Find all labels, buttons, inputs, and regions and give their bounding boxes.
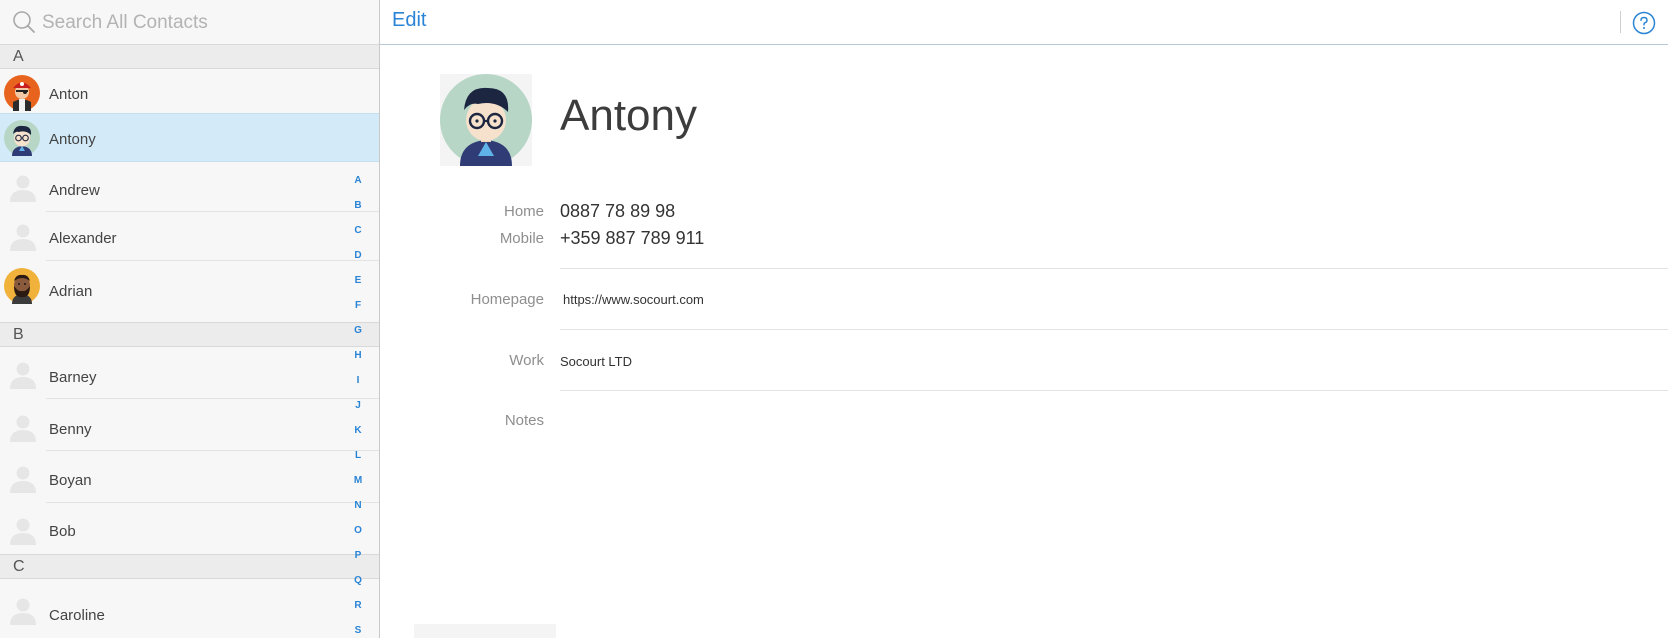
field-value-work: Socourt LTD: [560, 354, 633, 369]
contact-row-caroline[interactable]: Caroline: [0, 579, 379, 638]
footer-tab: [414, 624, 556, 638]
contact-name: Antony: [49, 131, 96, 148]
contact-detail-pane: Edit Antony Home 0887 78 89 98 Mobile +3…: [380, 0, 1668, 638]
index-letter-f[interactable]: F: [347, 299, 369, 313]
index-letter-e[interactable]: E: [347, 274, 369, 288]
index-letter-c[interactable]: C: [347, 224, 369, 238]
index-letter-d[interactable]: D: [347, 249, 369, 263]
contact-row-andrew[interactable]: Andrew: [0, 162, 379, 212]
search-bar: [0, 0, 379, 45]
field-label-work: Work: [509, 352, 544, 369]
index-letter-j[interactable]: J: [347, 399, 369, 413]
contact-row-bob[interactable]: Bob: [0, 503, 379, 554]
index-letter-a[interactable]: A: [347, 174, 369, 188]
placeholder-avatar-icon: [10, 415, 36, 442]
detail-toolbar: Edit: [380, 0, 1668, 45]
glasses-boy-avatar: [4, 120, 40, 156]
contacts-app: A Anton: [0, 0, 1668, 638]
field-divider: [560, 268, 1668, 269]
contact-name: Bob: [49, 523, 76, 540]
question-circle-icon[interactable]: [1632, 11, 1656, 35]
section-header-b: B: [0, 322, 379, 347]
contact-row-boyan[interactable]: Boyan: [0, 451, 379, 503]
placeholder-avatar-icon: [10, 224, 36, 251]
search-icon: [13, 11, 35, 33]
contact-name: Barney: [49, 369, 97, 386]
contact-row-alexander[interactable]: Alexander: [0, 212, 379, 261]
index-letter-q[interactable]: Q: [347, 574, 369, 588]
section-header-c: C: [0, 554, 379, 579]
index-letter-r[interactable]: R: [347, 599, 369, 613]
contact-row-anton[interactable]: Anton: [0, 69, 379, 117]
index-letter-n[interactable]: N: [347, 499, 369, 513]
index-letter-k[interactable]: K: [347, 424, 369, 438]
contact-name: Anton: [49, 86, 89, 103]
contact-row-adrian[interactable]: Adrian: [0, 261, 379, 311]
pirate-avatar: [4, 75, 40, 111]
bearded-man-avatar: [4, 268, 40, 304]
section-header-a: A: [0, 44, 379, 69]
contact-row-benny[interactable]: Benny: [0, 399, 379, 451]
placeholder-avatar-icon: [10, 598, 36, 625]
index-letter-h[interactable]: H: [347, 349, 369, 363]
index-letter-p[interactable]: P: [347, 549, 369, 563]
field-label-notes: Notes: [504, 412, 544, 429]
index-letter-m[interactable]: M: [347, 474, 369, 488]
search-input[interactable]: [40, 8, 364, 38]
contact-name: Benny: [49, 421, 92, 438]
index-letter-s[interactable]: S: [347, 624, 369, 638]
index-letter-l[interactable]: L: [347, 449, 369, 463]
index-letter-i[interactable]: I: [347, 374, 369, 388]
contact-name: Adrian: [49, 283, 93, 300]
field-value-homepage[interactable]: https://www.socourt.com: [563, 292, 704, 307]
contact-name-heading: Antony: [560, 91, 697, 140]
placeholder-avatar-icon: [10, 362, 36, 389]
field-label-home: Home: [503, 203, 544, 220]
index-letter-b[interactable]: B: [347, 199, 369, 213]
placeholder-avatar-icon: [10, 466, 36, 493]
toolbar-divider: [1620, 11, 1621, 33]
field-label-homepage: Homepage: [470, 291, 544, 308]
contact-row-antony[interactable]: Antony: [0, 113, 379, 162]
field-divider: [560, 329, 1668, 330]
index-letter-g[interactable]: G: [347, 324, 369, 338]
contact-name: Boyan: [49, 472, 92, 489]
contact-row-barney[interactable]: Barney: [0, 347, 379, 399]
contact-photo[interactable]: [440, 74, 532, 166]
contact-name: Alexander: [49, 230, 117, 247]
field-value-home[interactable]: 0887 78 89 98: [560, 201, 675, 222]
contact-name: Andrew: [49, 182, 100, 199]
edit-button[interactable]: Edit: [392, 9, 426, 32]
contacts-sidebar: A Anton: [0, 0, 380, 638]
field-divider: [560, 390, 1668, 391]
field-label-mobile: Mobile: [499, 230, 544, 247]
placeholder-avatar-icon: [10, 518, 36, 545]
contact-name: Caroline: [49, 607, 105, 624]
index-letter-o[interactable]: O: [347, 524, 369, 538]
placeholder-avatar-icon: [10, 175, 36, 202]
field-value-mobile[interactable]: +359 887 789 911: [560, 228, 704, 249]
glasses-boy-avatar: [440, 74, 532, 166]
